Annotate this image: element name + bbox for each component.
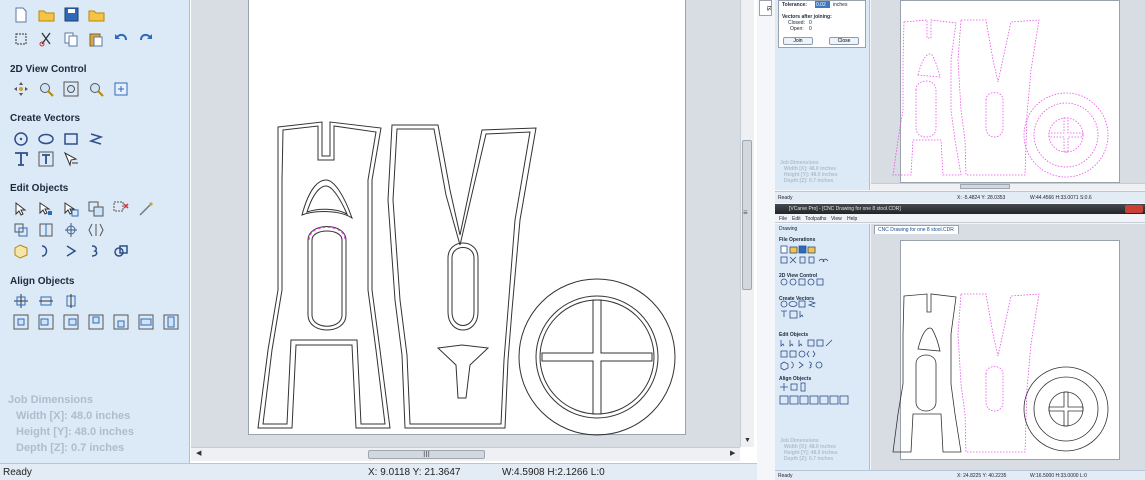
open-label: Open: <box>790 26 804 32</box>
top-status-coords: X: -5.4824 Y: 28.0353 <box>957 195 1006 201</box>
stool-leg-h-slot <box>307 226 347 331</box>
status-bar: Ready X: 9.0118 Y: 21.3647 W:4.5908 H:2.… <box>0 463 757 480</box>
scroll-down-arrow-icon[interactable]: ▼ <box>744 437 751 444</box>
stool-leg-h-arch-inner <box>306 185 349 216</box>
bottom-right-status-bar: Ready X: 24.8225 Y: 40.2235 W:16.5000 H:… <box>775 470 1145 480</box>
menu-edit[interactable]: Edit <box>792 216 801 222</box>
stool-leg-v-inner <box>392 128 531 425</box>
mini-section-file-ops: File Operations <box>779 237 816 243</box>
stool-leg-v-outer <box>387 124 537 429</box>
bottom-status-coords: X: 24.8225 Y: 40.2235 <box>957 473 1007 479</box>
menu-toolpaths[interactable]: Toolpaths <box>805 216 826 222</box>
stool-leg-v-oval-inner <box>451 247 475 326</box>
stool-leg-v-spike <box>436 344 490 399</box>
join-button[interactable]: Join <box>783 37 813 45</box>
top-right-status-bar: Ready X: -5.4824 Y: 28.0353 W:44.4566 H:… <box>775 191 1145 203</box>
top-status-size: W:44.4566 H:33.0071 S:0.6 <box>1030 195 1092 201</box>
stool-seat-inner <box>539 299 655 415</box>
menu-help[interactable]: Help <box>847 216 857 222</box>
menu-file[interactable]: File <box>779 216 787 222</box>
top-status-ready: Ready <box>778 195 793 201</box>
bottom-window-title: [VCarve Pro] - [CNC Drawing for one 8 st… <box>789 206 901 212</box>
bottom-right-panel: Drawing File Operations 2D View Control … <box>775 224 870 470</box>
bottom-status-ready: Ready <box>778 473 793 479</box>
status-selection-size: W:4.5908 H:2.1266 L:0 <box>502 467 605 478</box>
status-ready: Ready <box>3 467 32 478</box>
vector-drawing[interactable] <box>0 0 757 447</box>
open-value: 0 <box>809 26 812 32</box>
top-right-panel: Tolerance: 0.02 inches Vectors after joi… <box>775 0 870 190</box>
tolerance-units: inches <box>833 2 848 8</box>
menu-view[interactable]: View <box>831 216 842 222</box>
scroll-right-arrow-icon[interactable]: ▶ <box>730 449 735 457</box>
window-close-icon[interactable] <box>1125 205 1143 213</box>
bottom-job-dim-depth: Depth [Z]: 0.7 inches <box>784 456 834 462</box>
mini-toolbar-icons <box>779 245 849 405</box>
status-coordinates: X: 9.0118 Y: 21.3647 <box>368 467 461 478</box>
tolerance-value: 0.02 <box>816 2 826 8</box>
top-job-dim-depth: Depth [Z]: 0.7 inches <box>784 178 834 184</box>
tolerance-label: Tolerance: <box>782 2 807 8</box>
drawing-tab[interactable]: Drawing <box>779 226 797 232</box>
bottom-window-titlebar: [VCarve Pro] - [CNC Drawing for one 8 st… <box>775 204 1145 214</box>
bottom-window-menubar: File Edit Toolpaths View Help <box>775 214 1145 223</box>
top-right-hscroll-thumb[interactable] <box>960 184 1010 189</box>
close-button[interactable]: Close <box>829 37 859 45</box>
top-right-vectors <box>892 19 1109 178</box>
side-tab[interactable]: ts <box>759 0 772 16</box>
bottom-status-size: W:16.5000 H:33.0000 L:0 <box>1030 473 1087 479</box>
scroll-left-arrow-icon[interactable]: ◀ <box>196 449 201 457</box>
scroll-grip-icon: ≡ <box>743 208 748 217</box>
stool-seat-mid <box>535 295 659 419</box>
bottom-right-vectors <box>892 293 1109 453</box>
horizontal-scroll-thumb[interactable]: III <box>368 450 485 459</box>
stool-leg-h-slot-inner <box>311 230 343 327</box>
stool-leg-h-inner <box>262 125 386 425</box>
stool-seat-cross <box>541 299 653 415</box>
